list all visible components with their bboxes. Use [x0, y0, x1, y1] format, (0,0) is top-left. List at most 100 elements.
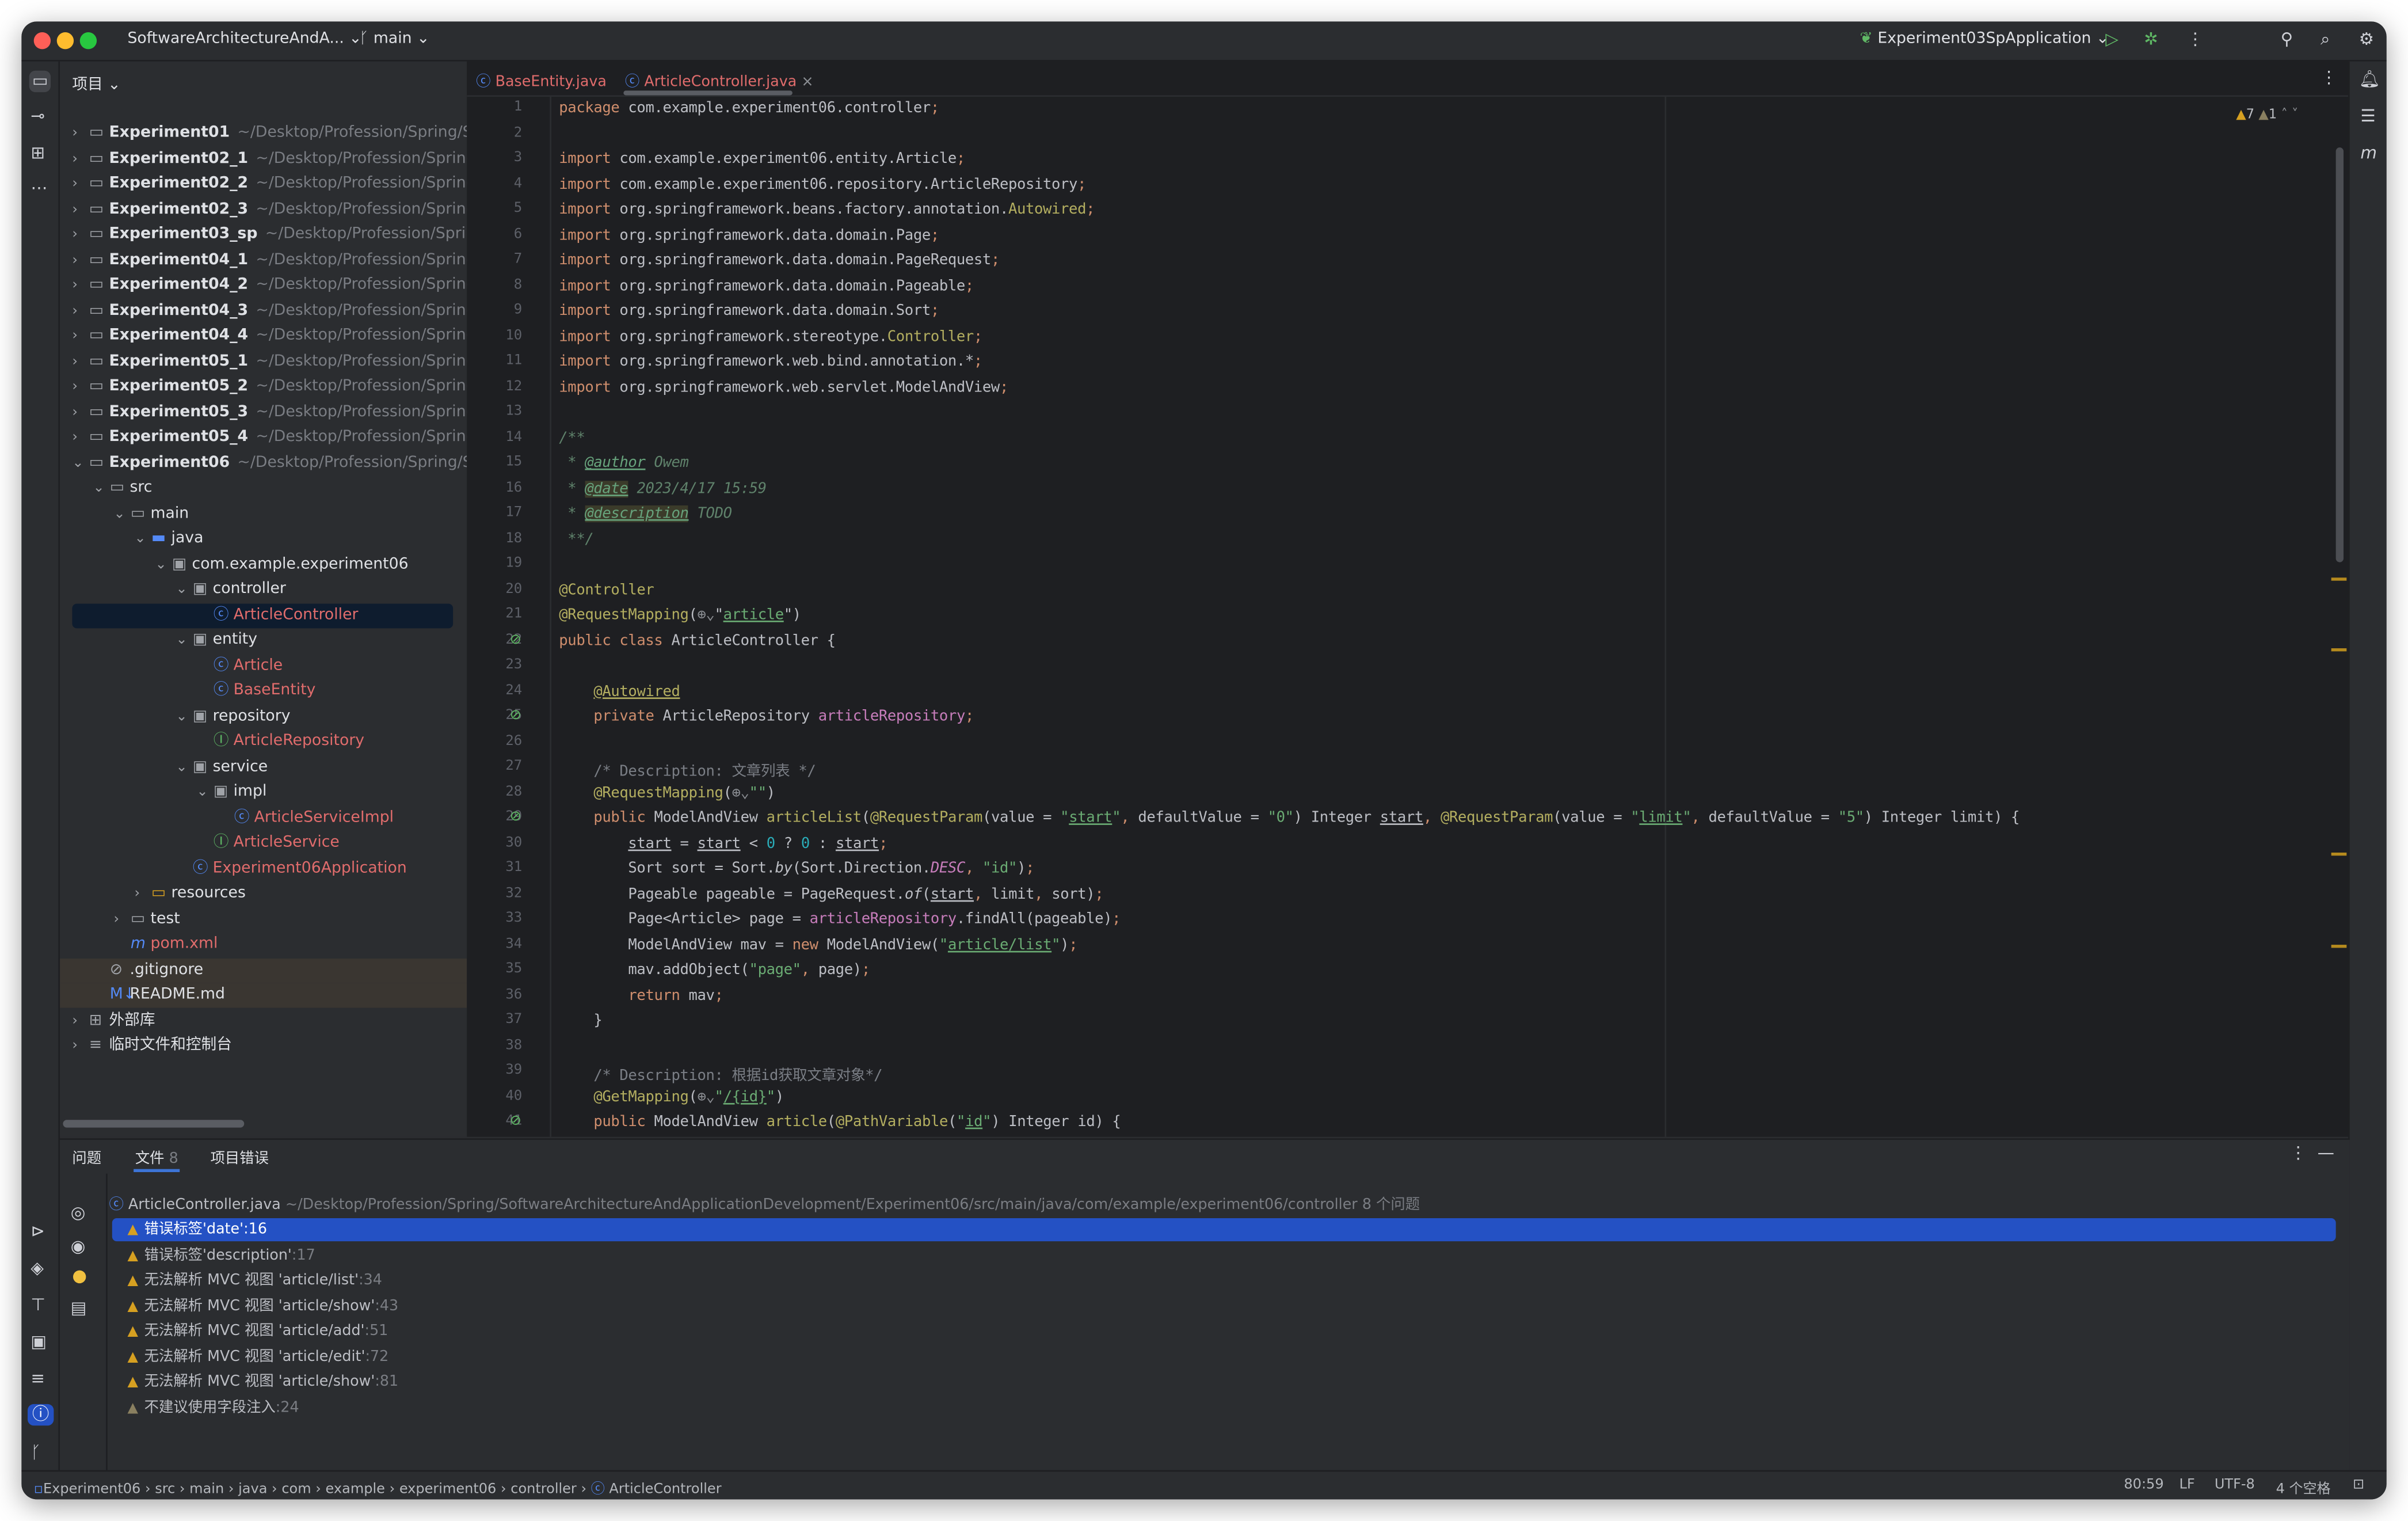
tree-item[interactable]: ⌄ ▣ com.example.experiment06 [60, 552, 467, 577]
chevron-right-icon[interactable]: › [72, 121, 78, 146]
code-line[interactable]: mav.addObject("page", page); [559, 961, 870, 978]
tree-item[interactable]: › ⊞ 外部库 [60, 1009, 467, 1033]
terminal-icon[interactable]: ▣ [31, 1333, 47, 1352]
chevron-right-icon[interactable]: › [72, 324, 78, 349]
breadcrumb-item[interactable]: main [189, 1482, 224, 1498]
tree-item[interactable]: › ▭ Experiment02_1 ~/Desktop/Profession/Spr… [60, 147, 467, 172]
tree-item[interactable]: ⌄ ▭ src [60, 476, 467, 501]
breadcrumb-item[interactable]: ArticleController [609, 1482, 721, 1498]
inspection-widget[interactable]: ▲7 ▲1 ˄ ˅ [2236, 108, 2298, 123]
branch-selector[interactable]: ᚴ main ⌄ [359, 31, 429, 47]
git-icon[interactable]: ᚴ [31, 1443, 41, 1462]
problem-item[interactable]: ▲ 错误标签'description':17 [112, 1244, 2336, 1267]
chevron-right-icon[interactable]: › [72, 299, 78, 324]
file-encoding[interactable]: UTF-8 [2215, 1478, 2255, 1493]
tree-item[interactable]: › ▭ resources [60, 882, 467, 907]
tab-file[interactable]: 文件 8 [135, 1146, 178, 1168]
add-user-icon[interactable]: ⚲ [2281, 30, 2293, 49]
tree-item[interactable]: › ▭ Experiment05_2 ~/Desktop/Profession/Spr… [60, 375, 467, 400]
tree-item[interactable]: ⌄ ▣ service [60, 755, 467, 780]
chevron-down-icon[interactable]: ⌄ [155, 552, 167, 577]
tree-item[interactable]: › ▭ Experiment04_2 ~/Desktop/Profession/Spr… [60, 273, 467, 298]
code-line[interactable]: /* Description: 文章列表 */ [559, 759, 816, 780]
code-line[interactable]: * @description TODO [559, 505, 732, 523]
code-line[interactable]: * @date 2023/4/17 15:59 [559, 480, 767, 497]
tree-item[interactable]: › ▭ Experiment04_3 ~/Desktop/Profession/Spr… [60, 299, 467, 324]
code-line[interactable]: return mav; [559, 987, 723, 1003]
chevron-down-icon[interactable]: ⌄ [197, 781, 208, 805]
autoscroll-icon[interactable]: ◎ [71, 1204, 86, 1223]
tree-item[interactable]: › ▭ Experiment01 ~/Desktop/Profession/Sprin… [60, 121, 467, 146]
tab-project-errors[interactable]: 项目错误 [211, 1146, 269, 1168]
code-line[interactable]: import com.example.experiment06.reposito… [559, 176, 1086, 193]
bean-icon[interactable]: ⊘ [510, 632, 521, 648]
code-line[interactable]: * @author Owem [559, 455, 689, 471]
code-line[interactable]: public class ArticleController { [559, 632, 836, 649]
tree-item[interactable]: › ▭ Experiment03_sp ~/Desktop/Profession/Sp… [60, 223, 467, 248]
chevron-right-icon[interactable]: › [113, 907, 119, 932]
chevron-down-icon[interactable]: ⌄ [176, 755, 188, 780]
chevron-down-icon[interactable]: ⌄ [134, 527, 146, 552]
settings-icon[interactable]: ⚙ [2359, 30, 2374, 49]
code-line[interactable]: private ArticleRepository articleReposit… [559, 708, 974, 725]
tree-item[interactable]: Ⓘ ArticleRepository [60, 729, 467, 754]
code-line[interactable]: } [559, 1012, 602, 1029]
code-line[interactable]: import org.springframework.web.servlet.M… [559, 379, 1008, 396]
chevron-right-icon[interactable]: › [72, 349, 78, 374]
problem-item[interactable]: ▲ 错误标签'date':16 [112, 1218, 2336, 1242]
tree-item[interactable]: › ▭ Experiment04_1 ~/Desktop/Profession/Spr… [60, 248, 467, 273]
code-line[interactable]: @Controller [559, 581, 654, 598]
breadcrumb-item[interactable]: src [155, 1482, 175, 1498]
run-icon[interactable]: ▷ [2105, 30, 2119, 49]
chevron-down-icon[interactable]: ⌄ [93, 476, 104, 501]
breadcrumb-item[interactable]: controller [510, 1482, 577, 1498]
chevron-right-icon[interactable]: › [72, 172, 78, 197]
tree-item[interactable]: ⌄ ▬ java [60, 527, 467, 552]
chevron-right-icon[interactable]: › [72, 400, 78, 425]
problem-item[interactable]: ▲ 无法解析 MVC 视图 'article/show':81 [112, 1370, 2336, 1393]
notifications-icon[interactable]: 🔔︎ [2359, 70, 2380, 89]
tree-item[interactable]: ⌄ ▣ controller [60, 577, 467, 602]
tree-item[interactable]: ⌄ ▣ repository [60, 704, 467, 729]
code-line[interactable]: import org.springframework.beans.factory… [559, 201, 1095, 218]
tree-item[interactable]: ⌄ ▣ entity [60, 628, 467, 653]
web-endpoint-icon[interactable]: ⊘ [510, 1114, 521, 1130]
chevron-right-icon[interactable]: › [134, 882, 140, 907]
tree-item[interactable]: › ▭ Experiment02_3 ~/Desktop/Profession/Spr… [60, 197, 467, 222]
problem-item[interactable]: ▲ 无法解析 MVC 视图 'article/list':34 [112, 1269, 2336, 1292]
code-line[interactable]: import org.springframework.web.bind.anno… [559, 353, 982, 370]
todo-icon[interactable]: ≡ [31, 1370, 45, 1389]
breadcrumb-item[interactable]: experiment06 [399, 1482, 497, 1498]
breadcrumb-item[interactable]: com [281, 1482, 311, 1498]
minimize-window-button[interactable] [56, 32, 74, 50]
code-line[interactable]: public ModelAndView article(@PathVariabl… [559, 1114, 1121, 1131]
tree-item[interactable]: ⓒ Experiment06Application [60, 857, 467, 881]
tree-item[interactable]: M↓ README.md [60, 983, 467, 1008]
chevron-right-icon[interactable]: › [72, 425, 78, 450]
tree-item[interactable]: › ▭ Experiment02_2 ~/Desktop/Profession/Spr… [60, 172, 467, 197]
tree-item[interactable]: › ▭ Experiment05_3 ~/Desktop/Profession/Spr… [60, 400, 467, 425]
problems-tool-icon[interactable]: ⓘ [28, 1404, 54, 1426]
debug-icon[interactable]: ✲ [2144, 30, 2158, 49]
chevron-right-icon[interactable]: › [72, 197, 78, 222]
web-endpoint-icon[interactable]: ⊘ [510, 809, 521, 825]
maven-icon[interactable]: m [2360, 143, 2377, 163]
commit-icon[interactable]: ⊸ [31, 107, 45, 126]
code-line[interactable]: **/ [559, 531, 593, 547]
code-line[interactable]: @RequestMapping(⊕⌄"") [559, 784, 775, 801]
code-line[interactable]: import com.example.experiment06.entity.A… [559, 151, 965, 168]
code-line[interactable]: @Autowired [559, 683, 680, 699]
chevron-right-icon[interactable]: › [72, 1009, 78, 1033]
tree-item[interactable]: ⌄ ▭ Experiment06 ~/Desktop/Profession/Sprin… [60, 451, 467, 476]
code-line[interactable]: @GetMapping(⊕⌄"/{id}") [559, 1089, 784, 1105]
line-separator[interactable]: LF [2179, 1478, 2194, 1493]
code-line[interactable]: ModelAndView mav = new ModelAndView("art… [559, 936, 1077, 953]
preview-icon[interactable]: ◉ [71, 1237, 86, 1257]
tab-baseentity[interactable]: ⓒ BaseEntity.java [476, 69, 607, 90]
tree-item[interactable]: ⓒ ArticleServiceImpl [60, 806, 467, 831]
options-icon[interactable]: ⋮ [2290, 1144, 2307, 1163]
close-tab-icon[interactable]: × [801, 74, 813, 90]
horizontal-scrollbar[interactable] [63, 1120, 245, 1128]
chevron-down-icon[interactable]: ⌄ [176, 628, 188, 653]
more-tools-icon[interactable]: ⋯ [31, 179, 47, 198]
